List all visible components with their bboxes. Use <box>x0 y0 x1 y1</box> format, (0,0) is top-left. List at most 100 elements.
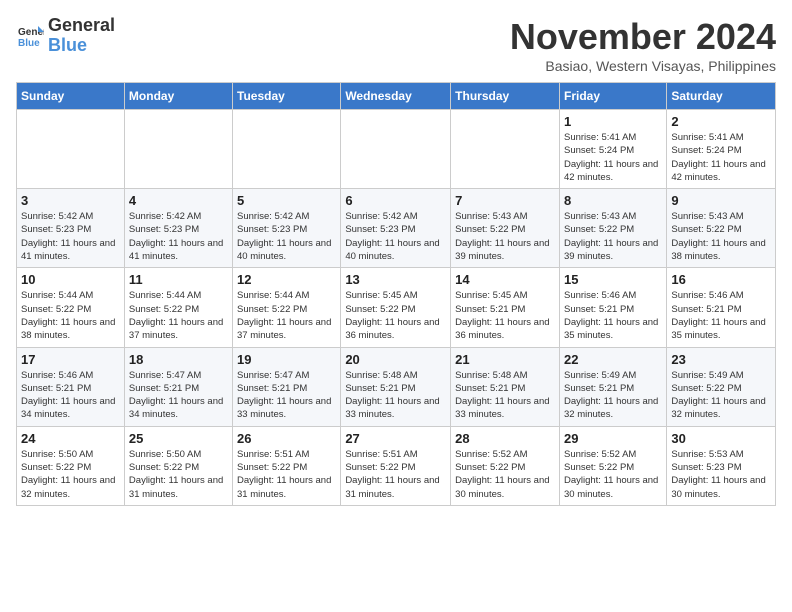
day-info: Sunrise: 5:52 AM Sunset: 5:22 PM Dayligh… <box>564 448 662 501</box>
day-info: Sunrise: 5:43 AM Sunset: 5:22 PM Dayligh… <box>564 210 662 263</box>
day-number: 7 <box>455 193 555 208</box>
day-number: 30 <box>671 431 771 446</box>
logo-text: General Blue <box>48 16 115 56</box>
weekday-header-cell: Sunday <box>17 83 125 110</box>
day-info: Sunrise: 5:50 AM Sunset: 5:22 PM Dayligh… <box>21 448 120 501</box>
calendar-day-cell: 1 Sunrise: 5:41 AM Sunset: 5:24 PM Daylig… <box>559 110 666 189</box>
logo: General Blue General Blue <box>16 16 115 56</box>
calendar: SundayMondayTuesdayWednesdayThursdayFrid… <box>16 82 776 506</box>
day-info: Sunrise: 5:45 AM Sunset: 5:22 PM Dayligh… <box>345 289 446 342</box>
day-number: 6 <box>345 193 446 208</box>
day-number: 12 <box>237 272 336 287</box>
calendar-day-cell: 16 Sunrise: 5:46 AM Sunset: 5:21 PM Dayli… <box>667 268 776 347</box>
day-number: 20 <box>345 352 446 367</box>
day-number: 3 <box>21 193 120 208</box>
day-number: 29 <box>564 431 662 446</box>
calendar-day-cell: 8Sunrise: 5:43 AM Sunset: 5:22 PM Daylig… <box>559 189 666 268</box>
day-info: Sunrise: 5:44 AM Sunset: 5:22 PM Dayligh… <box>129 289 228 342</box>
day-number: 11 <box>129 272 228 287</box>
calendar-day-cell: 28Sunrise: 5:52 AM Sunset: 5:22 PM Dayli… <box>451 426 560 505</box>
calendar-day-cell: 10 Sunrise: 5:44 AM Sunset: 5:22 PM Dayli… <box>17 268 125 347</box>
calendar-day-cell: 27Sunrise: 5:51 AM Sunset: 5:22 PM Dayli… <box>341 426 451 505</box>
header: General Blue General Blue November 2024 … <box>16 16 776 74</box>
day-info: Sunrise: 5:47 AM Sunset: 5:21 PM Dayligh… <box>237 369 336 422</box>
calendar-day-cell: 9 Sunrise: 5:43 AM Sunset: 5:22 PM Daylig… <box>667 189 776 268</box>
day-info: Sunrise: 5:51 AM Sunset: 5:22 PM Dayligh… <box>237 448 336 501</box>
calendar-day-cell: 5Sunrise: 5:42 AM Sunset: 5:23 PM Daylig… <box>233 189 341 268</box>
calendar-day-cell: 13Sunrise: 5:45 AM Sunset: 5:22 PM Dayli… <box>341 268 451 347</box>
day-number: 26 <box>237 431 336 446</box>
calendar-day-cell: 20 Sunrise: 5:48 AM Sunset: 5:21 PM Dayli… <box>341 347 451 426</box>
day-number: 19 <box>237 352 336 367</box>
calendar-day-cell: 7Sunrise: 5:43 AM Sunset: 5:22 PM Daylig… <box>451 189 560 268</box>
weekday-header-cell: Wednesday <box>341 83 451 110</box>
day-number: 17 <box>21 352 120 367</box>
calendar-day-cell: 12 Sunrise: 5:44 AM Sunset: 5:22 PM Dayli… <box>233 268 341 347</box>
day-number: 15 <box>564 272 662 287</box>
calendar-week-row: 17 Sunrise: 5:46 AM Sunset: 5:21 PM Dayli… <box>17 347 776 426</box>
day-info: Sunrise: 5:43 AM Sunset: 5:22 PM Dayligh… <box>671 210 771 263</box>
calendar-day-cell: 19 Sunrise: 5:47 AM Sunset: 5:21 PM Dayli… <box>233 347 341 426</box>
day-info: Sunrise: 5:45 AM Sunset: 5:21 PM Dayligh… <box>455 289 555 342</box>
day-info: Sunrise: 5:50 AM Sunset: 5:22 PM Dayligh… <box>129 448 228 501</box>
calendar-day-cell: 3 Sunrise: 5:42 AM Sunset: 5:23 PM Daylig… <box>17 189 125 268</box>
day-number: 14 <box>455 272 555 287</box>
day-info: Sunrise: 5:46 AM Sunset: 5:21 PM Dayligh… <box>564 289 662 342</box>
calendar-day-cell: 11 Sunrise: 5:44 AM Sunset: 5:22 PM Dayli… <box>124 268 232 347</box>
calendar-day-cell: 23 Sunrise: 5:49 AM Sunset: 5:22 PM Dayli… <box>667 347 776 426</box>
calendar-day-cell <box>451 110 560 189</box>
calendar-day-cell: 18 Sunrise: 5:47 AM Sunset: 5:21 PM Dayli… <box>124 347 232 426</box>
calendar-day-cell: 21Sunrise: 5:48 AM Sunset: 5:21 PM Dayli… <box>451 347 560 426</box>
location-subtitle: Basiao, Western Visayas, Philippines <box>510 58 776 74</box>
calendar-day-cell: 15 Sunrise: 5:46 AM Sunset: 5:21 PM Dayli… <box>559 268 666 347</box>
day-number: 21 <box>455 352 555 367</box>
calendar-day-cell: 26 Sunrise: 5:51 AM Sunset: 5:22 PM Dayli… <box>233 426 341 505</box>
calendar-day-cell <box>124 110 232 189</box>
day-number: 2 <box>671 114 771 129</box>
calendar-day-cell: 22 Sunrise: 5:49 AM Sunset: 5:21 PM Dayli… <box>559 347 666 426</box>
day-number: 10 <box>21 272 120 287</box>
calendar-day-cell: 14 Sunrise: 5:45 AM Sunset: 5:21 PM Dayli… <box>451 268 560 347</box>
calendar-day-cell: 4 Sunrise: 5:42 AM Sunset: 5:23 PM Daylig… <box>124 189 232 268</box>
calendar-day-cell: 29 Sunrise: 5:52 AM Sunset: 5:22 PM Dayli… <box>559 426 666 505</box>
weekday-header-cell: Thursday <box>451 83 560 110</box>
day-info: Sunrise: 5:49 AM Sunset: 5:22 PM Dayligh… <box>671 369 771 422</box>
day-info: Sunrise: 5:41 AM Sunset: 5:24 PM Dayligh… <box>564 131 662 184</box>
calendar-body: 1 Sunrise: 5:41 AM Sunset: 5:24 PM Daylig… <box>17 110 776 506</box>
day-info: Sunrise: 5:44 AM Sunset: 5:22 PM Dayligh… <box>21 289 120 342</box>
day-info: Sunrise: 5:44 AM Sunset: 5:22 PM Dayligh… <box>237 289 336 342</box>
day-info: Sunrise: 5:42 AM Sunset: 5:23 PM Dayligh… <box>21 210 120 263</box>
weekday-header-cell: Saturday <box>667 83 776 110</box>
day-info: Sunrise: 5:47 AM Sunset: 5:21 PM Dayligh… <box>129 369 228 422</box>
day-number: 18 <box>129 352 228 367</box>
day-info: Sunrise: 5:46 AM Sunset: 5:21 PM Dayligh… <box>21 369 120 422</box>
weekday-header: SundayMondayTuesdayWednesdayThursdayFrid… <box>17 83 776 110</box>
calendar-week-row: 3 Sunrise: 5:42 AM Sunset: 5:23 PM Daylig… <box>17 189 776 268</box>
calendar-day-cell: 2Sunrise: 5:41 AM Sunset: 5:24 PM Daylig… <box>667 110 776 189</box>
day-info: Sunrise: 5:49 AM Sunset: 5:21 PM Dayligh… <box>564 369 662 422</box>
logo-icon: General Blue <box>16 22 44 50</box>
calendar-day-cell: 24Sunrise: 5:50 AM Sunset: 5:22 PM Dayli… <box>17 426 125 505</box>
day-number: 4 <box>129 193 228 208</box>
svg-text:Blue: Blue <box>18 38 40 49</box>
day-number: 16 <box>671 272 771 287</box>
calendar-day-cell: 6Sunrise: 5:42 AM Sunset: 5:23 PM Daylig… <box>341 189 451 268</box>
day-number: 23 <box>671 352 771 367</box>
calendar-day-cell: 25 Sunrise: 5:50 AM Sunset: 5:22 PM Dayli… <box>124 426 232 505</box>
calendar-day-cell: 17 Sunrise: 5:46 AM Sunset: 5:21 PM Dayli… <box>17 347 125 426</box>
calendar-week-row: 24Sunrise: 5:50 AM Sunset: 5:22 PM Dayli… <box>17 426 776 505</box>
day-number: 1 <box>564 114 662 129</box>
weekday-header-cell: Tuesday <box>233 83 341 110</box>
weekday-header-cell: Friday <box>559 83 666 110</box>
calendar-week-row: 10 Sunrise: 5:44 AM Sunset: 5:22 PM Dayli… <box>17 268 776 347</box>
day-info: Sunrise: 5:42 AM Sunset: 5:23 PM Dayligh… <box>129 210 228 263</box>
day-number: 22 <box>564 352 662 367</box>
weekday-header-cell: Monday <box>124 83 232 110</box>
day-number: 25 <box>129 431 228 446</box>
day-info: Sunrise: 5:53 AM Sunset: 5:23 PM Dayligh… <box>671 448 771 501</box>
day-info: Sunrise: 5:42 AM Sunset: 5:23 PM Dayligh… <box>237 210 336 263</box>
day-info: Sunrise: 5:48 AM Sunset: 5:21 PM Dayligh… <box>345 369 446 422</box>
day-info: Sunrise: 5:46 AM Sunset: 5:21 PM Dayligh… <box>671 289 771 342</box>
day-number: 28 <box>455 431 555 446</box>
day-number: 9 <box>671 193 771 208</box>
